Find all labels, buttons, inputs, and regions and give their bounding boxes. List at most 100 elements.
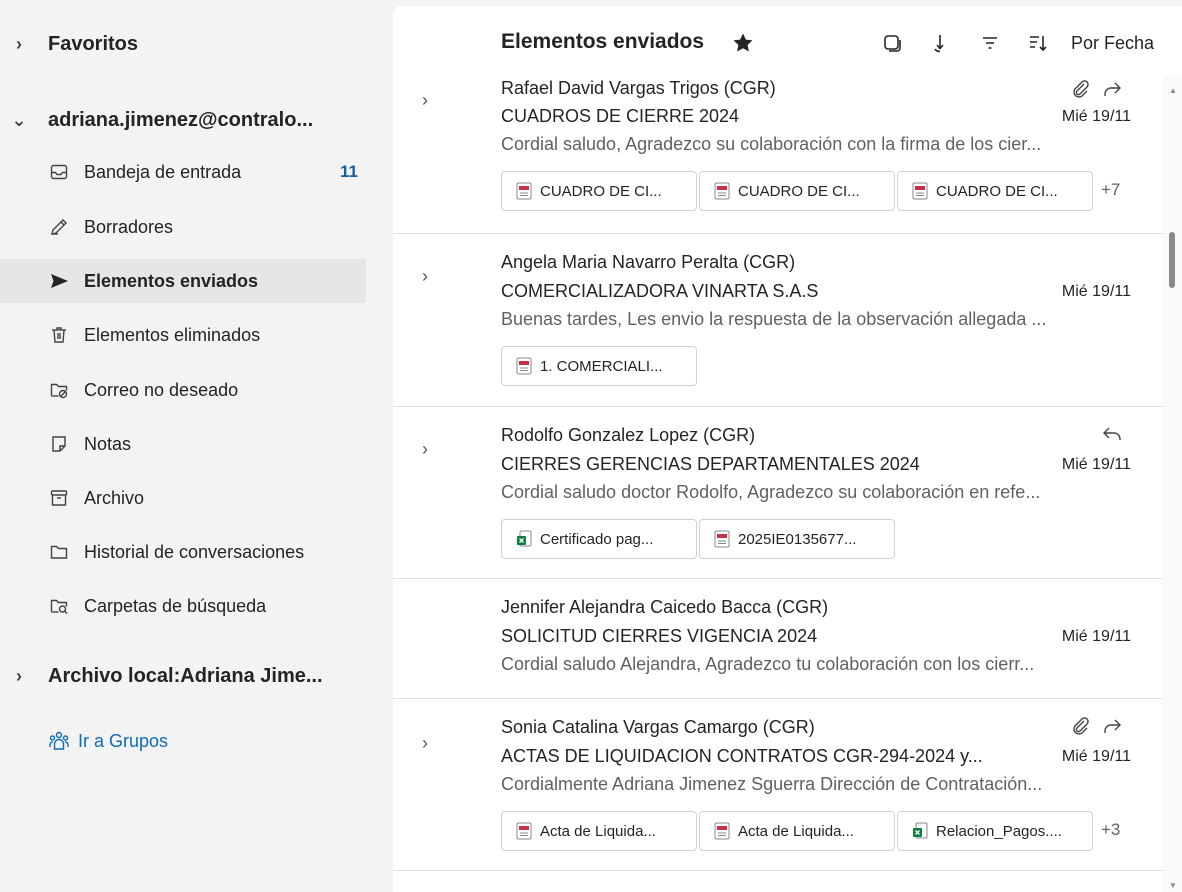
folder-archive[interactable]: Archivo xyxy=(0,476,370,520)
message-sender: Rodolfo Gonzalez Lopez (CGR) xyxy=(501,425,756,445)
message-item[interactable]: › Rodolfo Gonzalez Lopez (CGR) CIERRES G… xyxy=(393,407,1163,579)
folder-label: Elementos eliminados xyxy=(84,324,261,345)
chevron-right-icon[interactable]: › xyxy=(415,439,435,459)
chevron-right-icon[interactable]: › xyxy=(10,34,28,55)
send-icon xyxy=(48,270,70,292)
scrollbar[interactable]: ▲ ▼ xyxy=(1163,76,1182,892)
attachment-chip[interactable]: Relacion_Pagos.... xyxy=(897,811,1093,851)
message-preview: Cordial saludo doctor Rodolfo, Agradezco… xyxy=(501,482,1041,502)
reply-icon xyxy=(1103,427,1121,440)
more-attachments-count[interactable]: +7 xyxy=(1101,180,1120,200)
chevron-right-icon[interactable]: › xyxy=(415,733,435,753)
message-subject: CIERRES GERENCIAS DEPARTAMENTALES 2024 xyxy=(501,454,920,474)
folder-label: Historial de conversaciones xyxy=(84,541,305,562)
local-archive-label: Archivo local:Adriana Jime... xyxy=(48,664,323,687)
message-item[interactable]: › Angela Maria Navarro Peralta (CGR) COM… xyxy=(393,234,1163,407)
account-label: adriana.jimenez@contralo... xyxy=(48,108,314,131)
pdf-file-icon xyxy=(714,822,730,840)
star-icon[interactable] xyxy=(731,31,755,55)
attachment-chip[interactable]: Acta de Liquida... xyxy=(501,811,697,851)
message-date: Mié 19/11 xyxy=(1061,283,1131,300)
message-preview: Cordial saludo Alejandra, Agradezco tu c… xyxy=(501,654,1035,674)
pdf-file-icon xyxy=(714,530,730,548)
trash-icon xyxy=(48,324,70,346)
folder-icon xyxy=(48,541,70,563)
scrollbar-thumb[interactable] xyxy=(1169,232,1175,288)
message-list: › Rafael David Vargas Trigos (CGR) CUADR… xyxy=(393,76,1163,892)
attachment-icon xyxy=(1073,717,1089,735)
attachment-chip[interactable]: CUADRO DE CI... xyxy=(699,171,895,211)
folder-label: Borradores xyxy=(84,216,174,237)
attachment-name: Relacion_Pagos.... xyxy=(936,822,1062,840)
account-group[interactable]: ⌄ adriana.jimenez@contralo... xyxy=(0,98,370,142)
more-attachments-count[interactable]: +3 xyxy=(1101,820,1120,840)
attachment-name: Certificado pag... xyxy=(540,530,654,548)
attachment-chip[interactable]: Acta de Liquida... xyxy=(699,811,895,851)
message-date: Mié 19/11 xyxy=(1061,628,1131,645)
message-preview: Buenas tardes, Les envio la respuesta de… xyxy=(501,309,1047,329)
go-to-groups-link[interactable]: Ir a Grupos xyxy=(48,730,168,752)
scroll-down-icon[interactable]: ▼ xyxy=(1169,881,1177,890)
chevron-down-icon[interactable]: ⌄ xyxy=(10,110,28,131)
go-to-groups-label: Ir a Grupos xyxy=(78,730,169,751)
folder-label: Carpetas de búsqueda xyxy=(84,595,267,616)
folder-junk[interactable]: Correo no deseado xyxy=(0,368,370,412)
message-item[interactable]: Jennifer Alejandra Caicedo Bacca (CGR) S… xyxy=(393,579,1163,699)
pdf-file-icon xyxy=(912,182,928,200)
attachment-chip[interactable]: 1. COMERCIALI... xyxy=(501,346,697,386)
folder-conversation-history[interactable]: Historial de conversaciones xyxy=(0,530,370,574)
local-archive-group[interactable]: › Archivo local:Adriana Jime... xyxy=(0,654,370,698)
scroll-up-icon[interactable]: ▲ xyxy=(1169,86,1177,95)
message-subject: CUADROS DE CIERRE 2024 xyxy=(501,106,740,126)
select-all-icon[interactable] xyxy=(881,32,903,54)
note-icon xyxy=(48,433,70,455)
folder-label: Notas xyxy=(84,433,132,454)
favorites-group[interactable]: › Favoritos xyxy=(0,22,370,66)
attachment-name: CUADRO DE CI... xyxy=(936,182,1058,200)
archive-icon xyxy=(48,487,70,509)
attachment-chip[interactable]: CUADRO DE CI... xyxy=(501,171,697,211)
attachment-icon xyxy=(1073,80,1089,98)
chevron-right-icon[interactable]: › xyxy=(415,266,435,286)
search-folder-icon xyxy=(48,595,70,617)
message-date: Mié 19/11 xyxy=(1061,108,1131,125)
message-date: Mié 19/11 xyxy=(1061,748,1131,765)
attachment-name: 1. COMERCIALI... xyxy=(540,357,663,375)
message-actions xyxy=(1069,78,1123,100)
message-sender: Rafael David Vargas Trigos (CGR) xyxy=(501,78,776,98)
filter-icon[interactable] xyxy=(979,32,1001,54)
junk-folder-icon xyxy=(48,379,70,401)
folder-notes[interactable]: Notas xyxy=(0,422,370,466)
message-sender: Jennifer Alejandra Caicedo Bacca (CGR) xyxy=(501,597,829,617)
pdf-file-icon xyxy=(516,182,532,200)
sort-by-date-label[interactable]: Por Fecha xyxy=(1071,33,1154,54)
attachment-name: Acta de Liquida... xyxy=(738,822,854,840)
forward-icon xyxy=(1104,82,1121,96)
message-preview: Cordial saludo, Agradezco su colaboració… xyxy=(501,134,1042,154)
folder-sent-items[interactable]: Elementos enviados xyxy=(0,259,366,303)
message-actions xyxy=(1069,715,1123,737)
favorites-label: Favoritos xyxy=(48,32,139,55)
jump-to-icon[interactable] xyxy=(928,32,950,54)
message-subject: ACTAS DE LIQUIDACION CONTRATOS CGR-294-2… xyxy=(501,746,983,766)
chevron-right-icon[interactable]: › xyxy=(10,666,28,687)
attachment-chip[interactable]: CUADRO DE CI... xyxy=(897,171,1093,211)
folder-search-folders[interactable]: Carpetas de búsqueda xyxy=(0,584,370,628)
attachment-name: 2025IE0135677... xyxy=(738,530,857,548)
message-date: Mié 19/11 xyxy=(1061,456,1131,473)
folder-label: Archivo xyxy=(84,487,145,508)
excel-file-icon xyxy=(516,530,532,548)
folder-label: Elementos enviados xyxy=(84,270,259,291)
pdf-file-icon xyxy=(516,357,532,375)
folder-drafts[interactable]: Borradores xyxy=(0,205,370,249)
attachment-chip[interactable]: Certificado pag... xyxy=(501,519,697,559)
chevron-right-icon[interactable]: › xyxy=(415,90,435,110)
folder-inbox[interactable]: Bandeja de entrada 11 xyxy=(0,150,370,194)
attachment-chip[interactable]: 2025IE0135677... xyxy=(699,519,895,559)
folder-deleted-items[interactable]: Elementos eliminados xyxy=(0,313,370,357)
message-subject: COMERCIALIZADORA VINARTA S.A.S xyxy=(501,281,819,301)
message-item[interactable]: › Rafael David Vargas Trigos (CGR) CUADR… xyxy=(393,76,1163,234)
sort-icon[interactable] xyxy=(1027,32,1049,54)
unread-count-badge: 11 xyxy=(340,162,358,181)
message-item[interactable]: › Sonia Catalina Vargas Camargo (CGR) AC… xyxy=(393,699,1163,871)
